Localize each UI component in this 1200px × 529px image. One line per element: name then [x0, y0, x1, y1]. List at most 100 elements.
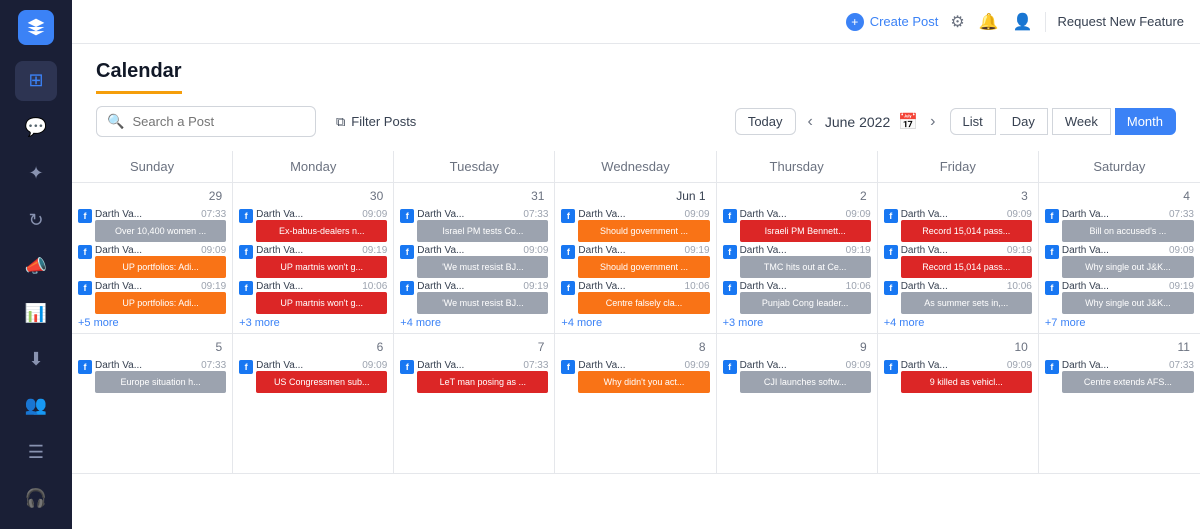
- post-thumb: CJI launches softw...: [740, 371, 871, 393]
- post-info: Darth Va... 09:09 Why single out J&K...: [1062, 245, 1194, 278]
- more-posts-link[interactable]: +4 more: [884, 317, 1032, 329]
- post-info: Darth Va... 07:33 Bill on accused's ...: [1062, 209, 1194, 242]
- calendar-title: Calendar: [96, 60, 182, 94]
- post-info: Darth Va... 07:33 LeT man posing as ...: [417, 360, 548, 393]
- post-item[interactable]: f Darth Va... 09:19 Record 15,014 pass..…: [884, 245, 1032, 278]
- fb-icon: f: [400, 209, 414, 223]
- post-item[interactable]: f Darth Va... 09:09 Why single out J&K..…: [1045, 245, 1194, 278]
- post-item[interactable]: f Darth Va... 09:19 UP portfolios: Adi..…: [78, 281, 226, 314]
- post-item[interactable]: f Darth Va... 09:19 UP martnis won't g..…: [239, 245, 387, 278]
- post-item[interactable]: f Darth Va... 10:06 UP martnis won't g..…: [239, 281, 387, 314]
- post-item[interactable]: f Darth Va... 10:06 Punjab Cong leader..…: [723, 281, 871, 314]
- sidebar-item-refresh[interactable]: ↻: [15, 200, 57, 240]
- post-item[interactable]: f Darth Va... 07:33 Over 10,400 women ..…: [78, 209, 226, 242]
- day-number-7: 7: [400, 338, 548, 356]
- fb-icon: f: [561, 209, 575, 223]
- today-button[interactable]: Today: [735, 108, 796, 135]
- post-item[interactable]: f Darth Va... 09:09 Israeli PM Bennett..…: [723, 209, 871, 242]
- post-item[interactable]: f Darth Va... 07:33 Centre extends AFS..…: [1045, 360, 1194, 393]
- create-post-button[interactable]: + Create Post: [846, 13, 939, 31]
- fb-icon: f: [1045, 209, 1059, 223]
- day-6: 6 f Darth Va... 09:09 US Congressmen sub…: [233, 334, 394, 473]
- sidebar-item-chat[interactable]: 💬: [15, 107, 57, 147]
- post-info: Darth Va... 09:09 US Congressmen sub...: [256, 360, 387, 393]
- post-thumb: Europe situation h...: [95, 371, 226, 393]
- post-meta: Darth Va... 09:19: [256, 245, 387, 256]
- sidebar-item-list[interactable]: ☰: [15, 432, 57, 472]
- post-item[interactable]: f Darth Va... 07:33 Israel PM tests Co..…: [400, 209, 548, 242]
- settings-icon[interactable]: ⚙: [950, 12, 964, 32]
- post-item[interactable]: f Darth Va... 09:09 Why didn't you act..…: [561, 360, 709, 393]
- list-view-button[interactable]: List: [950, 108, 996, 135]
- prev-month-button[interactable]: ‹: [804, 109, 817, 135]
- content-area: Calendar 🔍 ⧉ Filter Posts Today ‹: [72, 44, 1200, 529]
- post-item[interactable]: f Darth Va... 09:19 'We must resist BJ..…: [400, 281, 548, 314]
- post-item[interactable]: f Darth Va... 09:09 'We must resist BJ..…: [400, 245, 548, 278]
- post-info: Darth Va... 07:33 Centre extends AFS...: [1062, 360, 1194, 393]
- more-posts-link[interactable]: +7 more: [1045, 317, 1194, 329]
- sidebar-item-megaphone[interactable]: 📣: [15, 246, 57, 286]
- month-view-button[interactable]: Month: [1115, 108, 1176, 135]
- search-input[interactable]: [132, 114, 305, 129]
- post-info: Darth Va... 09:09 'We must resist BJ...: [417, 245, 548, 278]
- request-feature-link[interactable]: Request New Feature: [1058, 14, 1184, 29]
- next-month-button[interactable]: ›: [926, 109, 939, 135]
- calendar-icon[interactable]: 📅: [898, 112, 918, 132]
- day-view-button[interactable]: Day: [1000, 108, 1048, 135]
- post-item[interactable]: f Darth Va... 09:09 Ex-babus-dealers n..…: [239, 209, 387, 242]
- sidebar-item-download[interactable]: ⬇: [15, 339, 57, 379]
- post-item[interactable]: f Darth Va... 07:33 Europe situation h..…: [78, 360, 226, 393]
- day-number-11: 11: [1045, 338, 1194, 356]
- fb-icon: f: [78, 245, 92, 259]
- post-info: Darth Va... 10:06 UP martnis won't g...: [256, 281, 387, 314]
- more-posts-link[interactable]: +4 more: [400, 317, 548, 329]
- search-bar[interactable]: 🔍: [96, 106, 316, 137]
- post-item[interactable]: f Darth Va... 09:19 TMC hits out at Ce..…: [723, 245, 871, 278]
- sidebar-item-star[interactable]: ✦: [15, 154, 57, 194]
- post-item[interactable]: f Darth Va... 09:19 Should government ..…: [561, 245, 709, 278]
- post-item[interactable]: f Darth Va... 09:09 UP portfolios: Adi..…: [78, 245, 226, 278]
- fb-icon: f: [1045, 245, 1059, 259]
- logo[interactable]: [18, 10, 54, 45]
- week-view-button[interactable]: Week: [1052, 108, 1111, 135]
- post-item[interactable]: f Darth Va... 09:09 CJI launches softw..…: [723, 360, 871, 393]
- post-info: Darth Va... 09:09 Why didn't you act...: [578, 360, 709, 393]
- day-5: 5 f Darth Va... 07:33 Europe situation h…: [72, 334, 233, 473]
- sidebar-item-chart[interactable]: 📊: [15, 293, 57, 333]
- profile-icon[interactable]: 👤: [1013, 12, 1033, 32]
- plus-icon: +: [846, 13, 864, 31]
- post-meta: Darth Va... 07:33: [95, 360, 226, 371]
- day-29: 29 f Darth Va... 07:33 Over 10,400 women…: [72, 183, 233, 333]
- sidebar-item-support[interactable]: 🎧: [15, 479, 57, 519]
- post-item[interactable]: f Darth Va... 10:06 Centre falsely cla..…: [561, 281, 709, 314]
- post-item[interactable]: f Darth Va... 07:33 Bill on accused's ..…: [1045, 209, 1194, 242]
- day-4: 4 f Darth Va... 07:33 Bill on accused's …: [1039, 183, 1200, 333]
- more-posts-link[interactable]: +5 more: [78, 317, 226, 329]
- post-info: Darth Va... 09:09 UP portfolios: Adi...: [95, 245, 226, 278]
- fb-icon: f: [561, 245, 575, 259]
- more-posts-link[interactable]: +3 more: [239, 317, 387, 329]
- sidebar-item-users[interactable]: 👥: [15, 386, 57, 426]
- more-posts-link[interactable]: +4 more: [561, 317, 709, 329]
- post-meta: Darth Va... 09:09: [740, 209, 871, 220]
- post-item[interactable]: f Darth Va... 09:09 Record 15,014 pass..…: [884, 209, 1032, 242]
- filter-icon: ⧉: [336, 114, 345, 130]
- sidebar-item-dashboard[interactable]: ⊞: [15, 61, 57, 101]
- post-item[interactable]: f Darth Va... 09:09 US Congressmen sub..…: [239, 360, 387, 393]
- filter-button[interactable]: ⧉ Filter Posts: [324, 108, 428, 136]
- post-meta: Darth Va... 07:33: [1062, 360, 1194, 371]
- post-item[interactable]: f Darth Va... 10:06 As summer sets in,..…: [884, 281, 1032, 314]
- post-meta: Darth Va... 07:33: [417, 209, 548, 220]
- post-item[interactable]: f Darth Va... 09:19 Why single out J&K..…: [1045, 281, 1194, 314]
- post-item[interactable]: f Darth Va... 09:09 Should government ..…: [561, 209, 709, 242]
- post-item[interactable]: f Darth Va... 07:33 LeT man posing as ..…: [400, 360, 548, 393]
- post-meta: Darth Va... 09:19: [95, 281, 226, 292]
- post-item[interactable]: f Darth Va... 09:09 9 killed as vehicl..…: [884, 360, 1032, 393]
- sunday-header: Sunday: [72, 151, 233, 182]
- more-posts-link[interactable]: +3 more: [723, 317, 871, 329]
- notification-icon[interactable]: 🔔: [979, 12, 999, 32]
- thursday-header: Thursday: [717, 151, 878, 182]
- topnav-icons: ⚙ 🔔 👤: [950, 12, 1032, 32]
- day-number-4: 4: [1045, 187, 1194, 205]
- fb-icon: f: [561, 281, 575, 295]
